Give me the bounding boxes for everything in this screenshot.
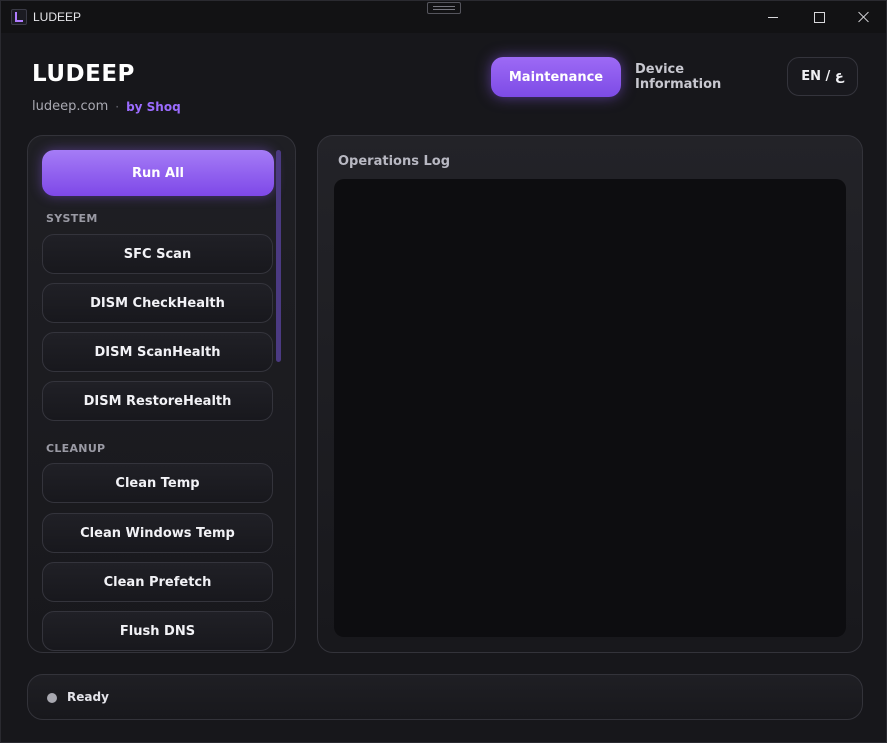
language-toggle-button[interactable]: EN / ع — [787, 57, 858, 96]
operations-log-panel: Operations Log — [317, 135, 863, 653]
clean-windows-temp-button[interactable]: Clean Windows Temp — [42, 513, 273, 553]
tab-device-information[interactable]: Device Information — [635, 57, 773, 97]
sfc-scan-button[interactable]: SFC Scan — [42, 234, 273, 274]
run-all-button[interactable]: Run All — [42, 150, 274, 196]
maximize-button[interactable] — [796, 1, 842, 33]
tasks-scrollbar[interactable] — [276, 150, 281, 362]
app-window: LUDEEP LUDEEP ludeep.com · by Shoq Maint… — [0, 0, 887, 743]
dism-scanhealth-button[interactable]: DISM ScanHealth — [42, 332, 273, 372]
tab-maintenance[interactable]: Maintenance — [491, 57, 621, 97]
author-credit[interactable]: by Shoq — [126, 100, 181, 114]
minimize-icon — [768, 16, 778, 18]
log-title: Operations Log — [338, 154, 450, 169]
dism-checkhealth-button[interactable]: DISM CheckHealth — [42, 283, 273, 323]
brand-subtitle: ludeep.com · by Shoq — [32, 99, 181, 114]
status-bar: Ready — [27, 674, 863, 720]
maximize-icon — [813, 11, 825, 23]
tasks-panel[interactable]: Run All SYSTEM SFC Scan DISM CheckHealth… — [27, 135, 296, 653]
section-label-cleanup: CLEANUP — [46, 442, 106, 455]
flush-dns-button[interactable]: Flush DNS — [42, 611, 273, 651]
section-label-system: SYSTEM — [46, 212, 98, 225]
dism-restorehealth-button[interactable]: DISM RestoreHealth — [42, 381, 273, 421]
minimize-button[interactable] — [750, 1, 796, 33]
separator-dot: · — [115, 99, 120, 114]
close-button[interactable] — [841, 1, 887, 33]
window-title: LUDEEP — [33, 10, 82, 24]
log-output[interactable] — [334, 179, 846, 637]
app-logo-icon — [11, 9, 27, 25]
clean-prefetch-button[interactable]: Clean Prefetch — [42, 562, 273, 602]
status-indicator-icon — [47, 693, 57, 703]
close-icon — [858, 11, 870, 23]
clean-temp-button[interactable]: Clean Temp — [42, 463, 273, 503]
app-title: LUDEEP — [32, 61, 135, 87]
drag-handle-icon[interactable] — [427, 2, 461, 14]
site-link[interactable]: ludeep.com — [32, 99, 108, 114]
title-bar[interactable]: LUDEEP — [1, 1, 886, 33]
status-text: Ready — [67, 690, 109, 704]
